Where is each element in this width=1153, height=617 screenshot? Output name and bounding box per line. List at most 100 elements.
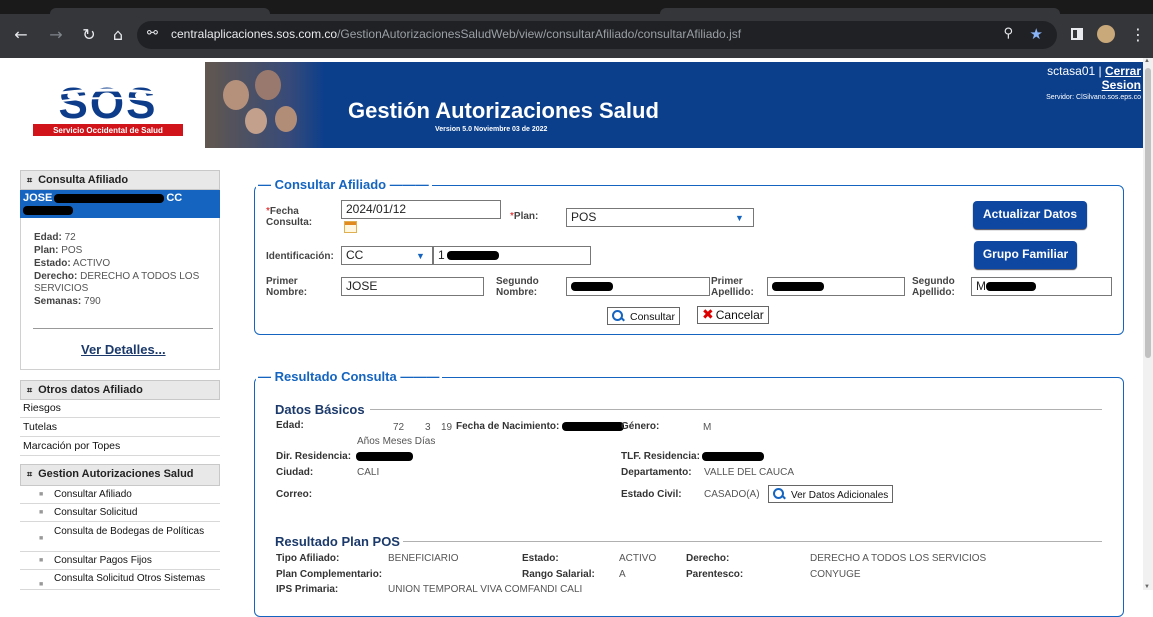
semanas-label: Semanas: [34, 296, 82, 307]
primer-nombre-label: Primer Nombre: [266, 276, 308, 298]
segundo-apellido-input[interactable]: M [971, 277, 1112, 296]
actualizar-datos-button[interactable]: Actualizar Datos [973, 201, 1087, 229]
plan-pos-title: Resultado Plan POS [275, 534, 400, 549]
rango-label: Rango Salarial: [522, 569, 595, 580]
panel-gestion-header: ⌗ Gestion Autorizaciones Salud [20, 464, 220, 486]
family-photo [205, 62, 325, 148]
cancelar-label: Cancelar [715, 308, 764, 322]
ver-adicionales-label: Ver Datos Adicionales [791, 490, 889, 501]
derecho-label: Derecho: [686, 553, 730, 564]
redacted-nacimiento [562, 422, 624, 431]
derecho-value: DERECHO A TODOS LOS SERVICIOS [810, 553, 987, 564]
reload-icon[interactable]: ↻ [78, 24, 100, 46]
plan-select[interactable]: POS [566, 208, 754, 227]
section-divider [403, 541, 1102, 542]
forward-icon[interactable]: → [45, 24, 67, 46]
sidebar-item-tutelas[interactable]: Tutelas [20, 418, 220, 437]
back-icon[interactable]: ← [10, 24, 32, 46]
estado-label: Estado: [522, 553, 559, 564]
primer-apellido-label: Primer Apellido: [711, 276, 754, 298]
civil-value: CASADO(A) [704, 489, 760, 500]
depto-value: VALLE DEL CAUCA [704, 467, 795, 478]
calendar-icon[interactable] [344, 221, 357, 233]
panel-consulta-afiliado-header: ⌗ Consulta Afiliado [20, 170, 220, 190]
cancelar-button[interactable]: ✖ Cancelar [697, 306, 769, 324]
genero-value: M [703, 422, 712, 433]
chevron-down-icon[interactable]: ▼ [735, 213, 744, 223]
correo-label: Correo: [276, 489, 313, 500]
address-bar[interactable]: ⚯ centralaplicaciones.sos.com.co/Gestion… [137, 21, 1057, 49]
sidebar-item-pagos-fijos[interactable]: ■ Consultar Pagos Fijos [20, 552, 220, 570]
genero-label: Género: [621, 421, 660, 432]
selected-affiliate[interactable]: JOSE CC [20, 190, 220, 218]
primer-nombre-input[interactable]: JOSE [341, 277, 484, 296]
segundo-apellido-prefix: M [976, 279, 986, 293]
url-domain: centralaplicaciones.sos.com.co [171, 27, 338, 41]
svg-text:Servicio Occidental de Salud: Servicio Occidental de Salud [53, 126, 163, 135]
ciudad-label: Ciudad: [276, 467, 314, 478]
primer-apellido-input[interactable] [767, 277, 905, 296]
divider [33, 328, 213, 329]
sidebar-item-bodegas[interactable]: ■ Consulta de Bodegas de Políticas [20, 522, 220, 552]
sidebar-item-topes[interactable]: Marcación por Topes [20, 437, 220, 456]
complementario-label: Plan Complementario: [276, 569, 383, 580]
kebab-menu-icon[interactable]: ⋮ [1127, 24, 1149, 46]
semanas-value: 790 [84, 296, 101, 307]
scroll-down-icon[interactable]: ▼ [1144, 584, 1150, 590]
estado-value: ACTIVO [72, 258, 111, 269]
tipo-afiliado-value: BENEFICIARIO [388, 553, 459, 564]
svg-text:SOS: SOS [59, 80, 158, 128]
username: sctasa01 | [1047, 64, 1102, 78]
profile-avatar-icon[interactable] [1097, 25, 1115, 43]
grupo-familiar-button[interactable]: Grupo Familiar [974, 241, 1077, 269]
ident-number-input[interactable]: 1 [433, 246, 591, 265]
tab-strip [0, 0, 1153, 14]
fecha-label: *Fecha Consulta: [266, 206, 313, 228]
page-scrollbar[interactable]: ▲ ▼ [1143, 58, 1153, 590]
tipo-afiliado-label: Tipo Afiliado: [276, 553, 340, 564]
browser-chrome: ← → ↻ ⌂ ⚯ centralaplicaciones.sos.com.co… [0, 0, 1153, 58]
plan-label: Plan: [34, 245, 59, 256]
consultar-button[interactable]: Consultar [607, 307, 680, 325]
browser-toolbar: ← → ↻ ⌂ ⚯ centralaplicaciones.sos.com.co… [0, 14, 1153, 58]
edad-value: 72 [64, 232, 76, 243]
ver-datos-adicionales-button[interactable]: Ver Datos Adicionales [768, 485, 894, 503]
consultar-label: Consultar [630, 311, 675, 323]
redacted-value [772, 282, 824, 292]
fecha-input[interactable]: 2024/01/12 [341, 200, 501, 219]
plan-label-text: Plan: [513, 211, 539, 222]
redacted-dir [356, 452, 413, 461]
sidebar-item-consultar-afiliado[interactable]: ■ Consultar Afiliado [20, 486, 220, 504]
legend-text: Resultado Consulta [274, 369, 397, 384]
zoom-icon[interactable]: ⚲ [1003, 26, 1013, 41]
redacted-ident [446, 251, 499, 261]
sidebar-item-consultar-solicitud[interactable]: ■ Consultar Solicitud [20, 504, 220, 522]
site-info-icon[interactable]: ⚯ [147, 26, 158, 41]
edad-label: Edad: [276, 420, 304, 431]
logout-link-line2[interactable]: Sesion [1102, 78, 1141, 92]
edad-label: Edad: [34, 232, 62, 243]
scrollbar-thumb[interactable] [1145, 68, 1151, 358]
segundo-nombre-input[interactable] [566, 277, 710, 296]
logout-link[interactable]: Cerrar [1105, 64, 1141, 78]
bookmark-star-icon[interactable]: ★ [1030, 25, 1043, 43]
side-panel-icon[interactable] [1071, 28, 1083, 40]
panel-title: Consulta Afiliado [38, 174, 129, 186]
chevron-down-icon[interactable]: ▼ [416, 251, 425, 261]
edad-months: 3 [425, 422, 431, 433]
affiliate-summary: Edad: 72 Plan: POS Estado: ACTIVO Derech… [20, 218, 220, 370]
sidebar-item-otros-sistemas[interactable]: ■ Consulta Solicitud Otros Sistemas [20, 570, 220, 590]
rango-value: A [619, 569, 626, 580]
home-icon[interactable]: ⌂ [107, 24, 129, 46]
scroll-up-icon[interactable]: ▲ [1144, 58, 1150, 64]
ver-detalles-link[interactable]: Ver Detalles... [81, 342, 166, 357]
redacted-tlf [702, 452, 764, 461]
url-path: /GestionAutorizacionesSaludWeb/view/cons… [337, 27, 742, 41]
server-name: Servidor: ClSilvano.sos.eps.co [1046, 94, 1141, 101]
estado-label: Estado: [34, 258, 71, 269]
affiliate-name: JOSE [23, 192, 53, 204]
fecha-label-text: Fecha Consulta: [266, 206, 313, 228]
search-icon [612, 310, 624, 322]
grip-icon: ⌗ [27, 175, 33, 185]
sidebar-item-riesgos[interactable]: Riesgos [20, 399, 220, 418]
